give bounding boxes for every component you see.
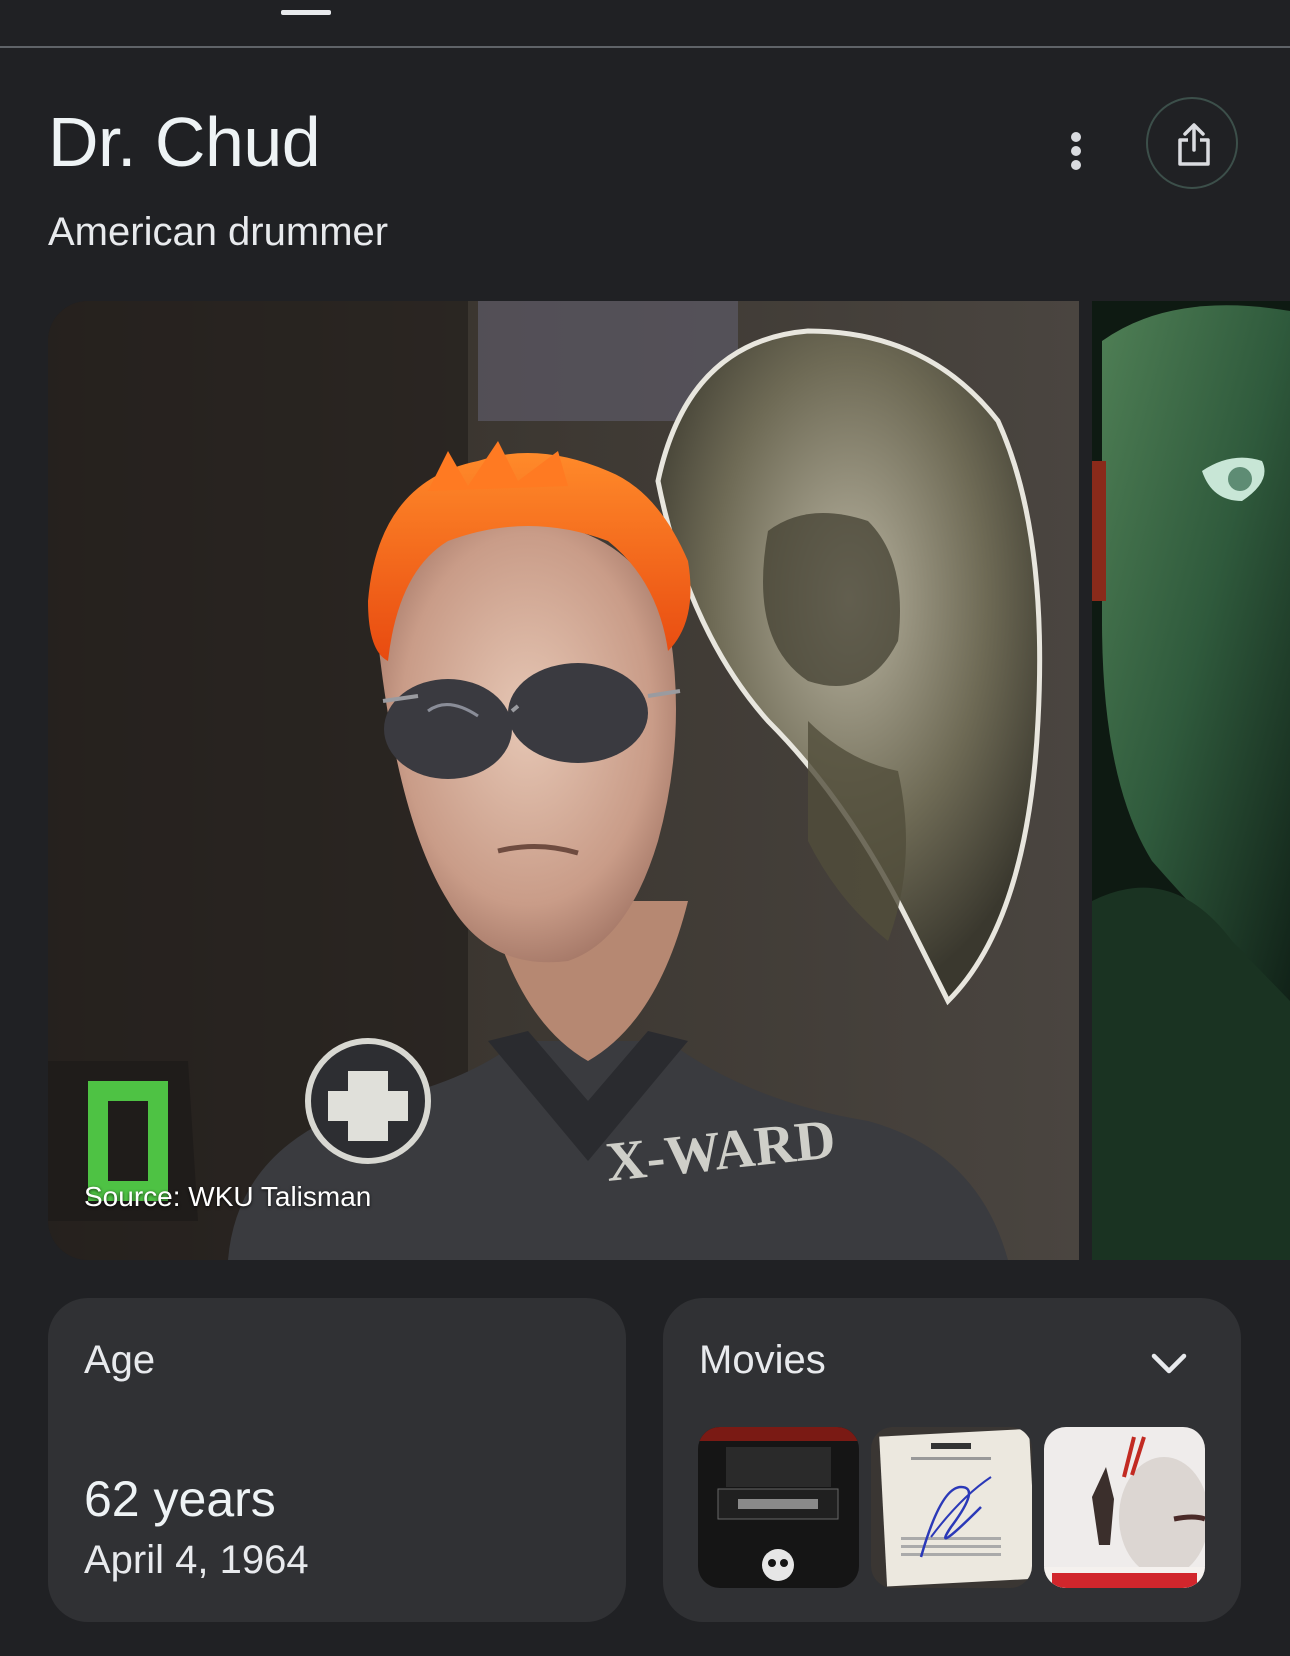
- share-icon: [1178, 123, 1210, 166]
- share-button[interactable]: [1146, 97, 1238, 189]
- movies-card[interactable]: Movies: [663, 1298, 1241, 1622]
- birth-date: April 4, 1964: [84, 1538, 309, 1582]
- movie-thumbnail-1[interactable]: [698, 1427, 859, 1588]
- entity-title: Dr. Chud: [48, 103, 321, 181]
- movies-label: Movies: [699, 1338, 826, 1382]
- image-source-label: Source: WKU Talisman: [84, 1181, 372, 1212]
- zombie-image: [1092, 301, 1290, 1260]
- movie-thumbnail-3[interactable]: [1044, 1427, 1205, 1588]
- age-card: Age 62 years April 4, 1964: [48, 1298, 626, 1622]
- secondary-photo[interactable]: [1092, 301, 1290, 1260]
- main-photo[interactable]: X-WARD Source: WKU Talisman: [48, 301, 1079, 1260]
- more-vertical-icon: [1071, 132, 1081, 142]
- age-value: 62 years: [84, 1471, 276, 1527]
- age-label: Age: [84, 1338, 156, 1382]
- chevron-down-icon[interactable]: [1149, 1348, 1189, 1378]
- active-tab-indicator: [281, 10, 331, 15]
- more-options-button[interactable]: [1056, 114, 1096, 184]
- entity-subtitle: American drummer: [48, 210, 389, 254]
- movie-thumbnail-2[interactable]: [871, 1427, 1032, 1588]
- portrait-image: X-WARD: [48, 301, 1079, 1260]
- top-tab-bar: [0, 0, 1290, 48]
